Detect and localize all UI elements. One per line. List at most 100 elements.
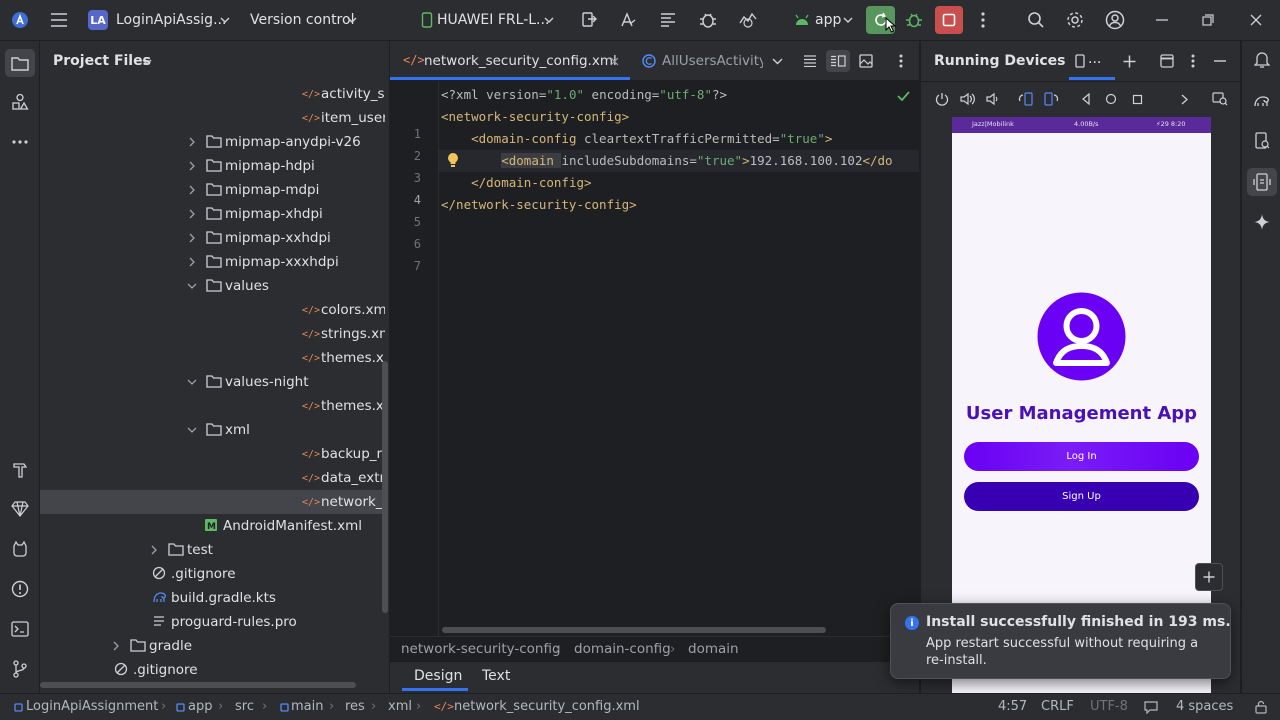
editor-horizontal-scrollbar[interactable]: [442, 627, 826, 633]
tree-item[interactable]: </>strings.xml: [40, 322, 385, 346]
tree-item[interactable]: build.gradle.kts: [40, 586, 385, 610]
chevron-right-icon[interactable]: [187, 255, 197, 269]
chevron-down-icon[interactable]: [219, 14, 231, 26]
more-tools-icon[interactable]: [8, 131, 32, 153]
hide-panel-icon[interactable]: [1212, 53, 1228, 69]
chevron-down-icon[interactable]: [543, 14, 555, 26]
line-separator[interactable]: CRLF: [1041, 699, 1074, 714]
tree-item[interactable]: </>activity_signup.xml: [40, 83, 385, 106]
notifications-bell-icon[interactable]: [1250, 49, 1274, 71]
chevron-right-icon[interactable]: [187, 135, 197, 149]
translate-icon[interactable]: [617, 10, 639, 30]
status-path-folder[interactable]: main: [291, 699, 323, 714]
window-layout-icon[interactable]: [1159, 53, 1175, 69]
tree-item[interactable]: gradle: [40, 634, 385, 658]
breadcrumb-item[interactable]: domain: [688, 641, 739, 657]
status-path-folder[interactable]: res: [345, 699, 365, 714]
rotate-right-icon[interactable]: [1043, 91, 1059, 107]
status-path-folder[interactable]: src: [235, 699, 254, 714]
file-encoding[interactable]: UTF-8: [1090, 699, 1128, 714]
caret-position[interactable]: 4:57: [998, 699, 1027, 714]
more-options-icon[interactable]: [895, 53, 907, 69]
chevron-down-icon[interactable]: [842, 14, 854, 26]
close-window-icon[interactable]: [1246, 10, 1266, 30]
login-button[interactable]: Log In: [964, 442, 1199, 471]
tree-item[interactable]: </>data_extraction_rules.xml: [40, 466, 385, 490]
android-app-icon[interactable]: [792, 10, 812, 30]
project-panel-title[interactable]: Project Files: [53, 53, 151, 69]
gear-icon[interactable]: [1064, 10, 1086, 30]
project-name[interactable]: LoginApiAssig...: [116, 12, 226, 28]
git-branch-icon[interactable]: [8, 658, 32, 680]
gemini-diamond-icon[interactable]: [8, 498, 32, 520]
close-tab-icon[interactable]: [608, 55, 620, 67]
overview-icon[interactable]: [1129, 91, 1145, 107]
status-path-file[interactable]: network_security_config.xml: [454, 699, 640, 714]
tree-vertical-scrollbar[interactable]: [382, 361, 388, 613]
tree-item[interactable]: mipmap-anydpi-v26: [40, 130, 385, 154]
add-device-icon[interactable]: [1121, 53, 1137, 69]
problems-icon[interactable]: [8, 578, 32, 600]
tree-item[interactable]: mipmap-hdpi: [40, 154, 385, 178]
tree-item[interactable]: .gitignore: [40, 658, 385, 682]
tree-item[interactable]: values-night: [40, 370, 385, 394]
tree-item[interactable]: </>network_security_config.xml: [40, 490, 385, 514]
tree-item[interactable]: </>themes.xml: [40, 346, 385, 370]
volume-down-icon[interactable]: [984, 91, 1000, 107]
chevron-right-icon[interactable]: [187, 183, 197, 197]
app-inspection-icon[interactable]: [697, 10, 719, 30]
back-icon[interactable]: [1078, 91, 1094, 107]
profiler-icon[interactable]: [737, 10, 759, 30]
chevron-down-icon[interactable]: [141, 56, 153, 68]
stop-button[interactable]: [935, 6, 963, 34]
power-icon[interactable]: [934, 91, 950, 107]
run-configuration[interactable]: app: [815, 12, 841, 28]
design-view-icon[interactable]: [858, 53, 874, 69]
breadcrumb-item[interactable]: domain-config: [574, 641, 671, 657]
tree-item[interactable]: .gitignore: [40, 562, 385, 586]
tree-item[interactable]: </> colors.xml: [40, 298, 385, 322]
tree-item[interactable]: values: [40, 274, 385, 298]
more-options-icon[interactable]: [973, 10, 993, 30]
tree-horizontal-scrollbar[interactable]: [40, 682, 356, 688]
status-path-project[interactable]: LoginApiAssignment: [26, 699, 158, 714]
chevron-right-icon[interactable]: [1176, 91, 1192, 107]
tree-item[interactable]: </>item_user.xml: [40, 106, 385, 130]
tree-item[interactable]: mipmap-xxxhdpi: [40, 250, 385, 274]
device-selector[interactable]: HUAWEI FRL-L...: [437, 12, 549, 28]
lock-icon[interactable]: [1253, 699, 1269, 715]
install-notification[interactable]: i Install successfully finished in 193 m…: [890, 603, 1231, 679]
tree-item[interactable]: test: [40, 538, 385, 562]
code-editor[interactable]: <?xml version="1.0" encoding="utf-8"?> <n…: [390, 81, 919, 636]
zoom-in-icon[interactable]: [1195, 563, 1223, 591]
account-icon[interactable]: [1104, 10, 1126, 30]
chevron-down-icon[interactable]: [187, 423, 197, 437]
main-menu-icon[interactable]: [48, 10, 70, 30]
chevron-right-icon[interactable]: [149, 543, 159, 557]
chevron-right-icon[interactable]: [187, 159, 197, 173]
volume-up-icon[interactable]: [959, 91, 975, 107]
home-icon[interactable]: [1103, 91, 1119, 107]
tree-item[interactable]: mipmap-xhdpi: [40, 202, 385, 226]
resource-manager-icon[interactable]: [8, 91, 32, 113]
tree-item[interactable]: </>backup_rules.xml: [40, 442, 385, 466]
split-view-icon[interactable]: [826, 50, 850, 72]
minimize-window-icon[interactable]: [1152, 10, 1172, 30]
tabs-dropdown-icon[interactable]: [770, 55, 784, 67]
gradle-icon[interactable]: [1250, 90, 1274, 112]
tab-design[interactable]: Design: [402, 662, 468, 693]
chevron-right-icon[interactable]: [187, 207, 197, 221]
signup-button[interactable]: Sign Up: [964, 482, 1199, 511]
layout-inspector-icon[interactable]: [657, 10, 679, 30]
tab-all-users-activity[interactable]: AllUsersActivity: [638, 41, 763, 81]
comment-icon[interactable]: [1143, 699, 1159, 715]
tree-item[interactable]: </>themes.xml: [40, 394, 385, 418]
version-control-menu[interactable]: Version control: [250, 12, 354, 28]
tree-item[interactable]: M AndroidManifest.xml: [40, 514, 385, 538]
breadcrumb-item[interactable]: network-security-config: [401, 641, 561, 657]
tab-network-security-config[interactable]: </> network_security_config.xml: [390, 41, 630, 81]
project-tool-icon[interactable]: [5, 49, 35, 77]
debug-icon[interactable]: [904, 10, 924, 30]
screenshot-zoom-icon[interactable]: [1211, 91, 1229, 107]
terminal-icon[interactable]: [8, 618, 32, 640]
